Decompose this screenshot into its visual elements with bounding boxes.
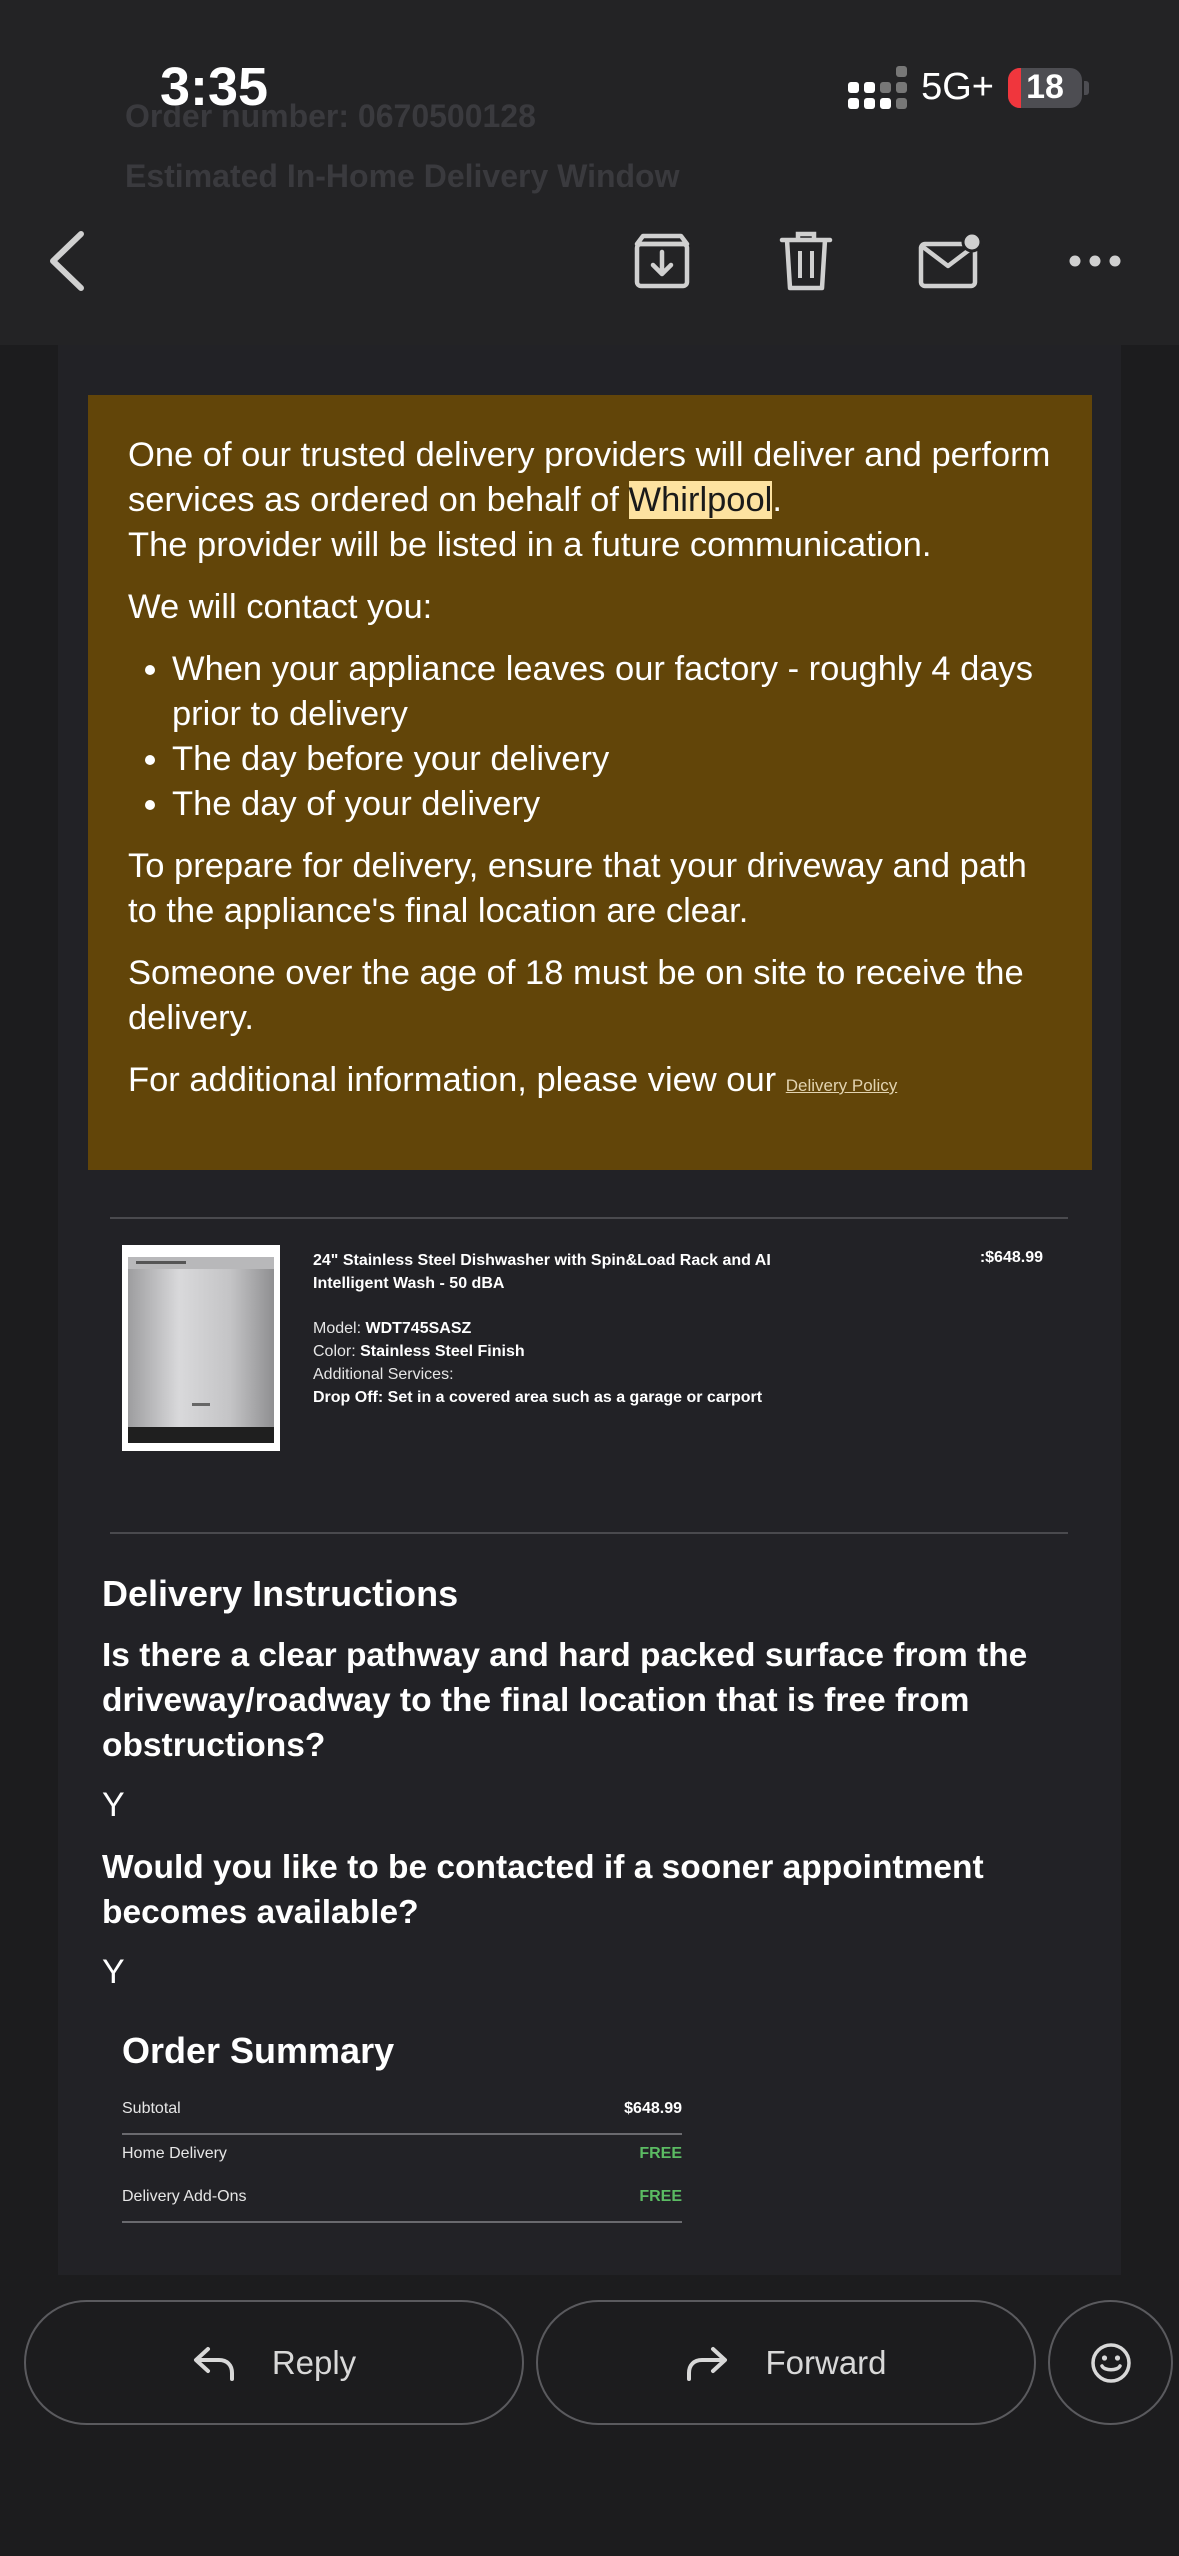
background-delivery-window: Estimated In-Home Delivery Window xyxy=(125,158,680,194)
summary-row-subtotal: Subtotal $648.99 xyxy=(122,2090,682,2135)
battery-tip xyxy=(1084,80,1089,95)
trash-button[interactable] xyxy=(766,225,846,297)
email-body: One of our trusted delivery providers wi… xyxy=(58,345,1121,2275)
product-price: :$648.99 xyxy=(979,1249,1043,1266)
battery-fill xyxy=(1008,67,1022,108)
mail-unread-icon xyxy=(918,232,983,289)
contact-item: The day before your delivery xyxy=(172,737,1052,782)
notice-intro-end: . xyxy=(772,481,782,519)
contact-list: When your appliance leaves our factory -… xyxy=(128,647,1052,827)
summary-label: Subtotal xyxy=(122,2100,181,2117)
product-model: Model: WDT745SASZ xyxy=(313,1317,833,1340)
forward-button[interactable]: Forward xyxy=(536,2300,1036,2425)
delivery-instructions: Delivery Instructions Is there a clear p… xyxy=(102,1573,1112,2012)
order-summary: Order Summary Subtotal $648.99 Home Deli… xyxy=(122,2030,682,2223)
notice-intro-text: One of our trusted delivery providers wi… xyxy=(128,436,1051,519)
product-details: 24" Stainless Steel Dishwasher with Spin… xyxy=(313,1249,833,1409)
additional-services-label: Additional Services: xyxy=(313,1366,454,1383)
reaction-button[interactable] xyxy=(1048,2300,1173,2425)
instruction-answer: Y xyxy=(102,1953,125,1991)
smiley-icon xyxy=(1090,2342,1131,2383)
forward-label: Forward xyxy=(765,2343,887,2381)
summary-label: Delivery Add-Ons xyxy=(122,2188,247,2205)
age-requirement-text: Someone over the age of 18 must be on si… xyxy=(128,954,1024,1037)
forward-icon xyxy=(687,2346,728,2381)
back-button[interactable] xyxy=(28,225,108,297)
model-label: Model: xyxy=(313,1320,366,1337)
notice-intro: One of our trusted delivery providers wi… xyxy=(128,433,1052,568)
chevron-left-icon xyxy=(50,231,84,291)
contact-intro: We will contact you: xyxy=(128,588,433,626)
additional-info: For additional information, please view … xyxy=(128,1058,1052,1108)
summary-value: FREE xyxy=(639,2145,682,2162)
delivery-notice: One of our trusted delivery providers wi… xyxy=(88,395,1092,1170)
highlighted-brand: Whirlpool xyxy=(628,481,773,519)
battery-icon: 18 xyxy=(1008,67,1082,108)
instructions-heading: Delivery Instructions xyxy=(102,1573,459,1614)
network-type: 5G+ xyxy=(921,66,994,108)
contact-item: When your appliance leaves our factory -… xyxy=(172,647,1052,737)
instruction-question: Would you like to be contacted if a soon… xyxy=(102,1849,984,1931)
model-value: WDT745SASZ xyxy=(365,1320,472,1337)
summary-row-home-delivery: Home Delivery FREE xyxy=(122,2135,682,2178)
more-button[interactable] xyxy=(1055,225,1135,297)
instruction-answer: Y xyxy=(102,1786,125,1824)
reply-label: Reply xyxy=(271,2343,357,2381)
color-value: Stainless Steel Finish xyxy=(360,1343,525,1360)
product-image[interactable] xyxy=(122,1245,280,1451)
product-color: Color: Stainless Steel Finish xyxy=(313,1340,833,1363)
signal-icon xyxy=(848,66,908,109)
top-navigation-bar: Order number: 0670500128 Estimated In-Ho… xyxy=(0,0,1179,345)
delivery-policy-link[interactable]: Delivery Policy xyxy=(786,1076,897,1095)
color-label: Color: xyxy=(313,1343,361,1360)
more-icon xyxy=(1069,255,1121,267)
instruction-question: Is there a clear pathway and hard packed… xyxy=(102,1637,1028,1764)
contact-item: The day of your delivery xyxy=(172,782,1052,827)
archive-icon xyxy=(634,233,690,289)
order-summary-heading: Order Summary xyxy=(122,2030,395,2071)
reply-icon xyxy=(193,2346,234,2381)
prepare-text: To prepare for delivery, ensure that you… xyxy=(128,847,1027,930)
trash-icon xyxy=(779,231,833,291)
archive-button[interactable] xyxy=(622,225,702,297)
status-time: 3:35 xyxy=(160,57,269,117)
additional-info-text: For additional information, please view … xyxy=(128,1061,786,1099)
drop-off-service: Drop Off: Set in a covered area such as … xyxy=(313,1389,763,1406)
summary-value: FREE xyxy=(639,2188,682,2205)
dishwasher-image xyxy=(122,1245,280,1451)
summary-row-delivery-add-ons: Delivery Add-Ons FREE xyxy=(122,2178,682,2223)
reply-button[interactable]: Reply xyxy=(24,2300,524,2425)
divider xyxy=(110,1217,1068,1219)
product-title: 24" Stainless Steel Dishwasher with Spin… xyxy=(313,1252,771,1292)
summary-label: Home Delivery xyxy=(122,2145,227,2162)
mark-unread-button[interactable] xyxy=(910,225,990,297)
battery-level: 18 xyxy=(1026,68,1064,106)
summary-value: $648.99 xyxy=(624,2100,682,2117)
divider xyxy=(110,1532,1068,1534)
provider-line: The provider will be listed in a future … xyxy=(128,526,932,564)
status-indicators: 5G+ 18 xyxy=(848,66,1089,109)
